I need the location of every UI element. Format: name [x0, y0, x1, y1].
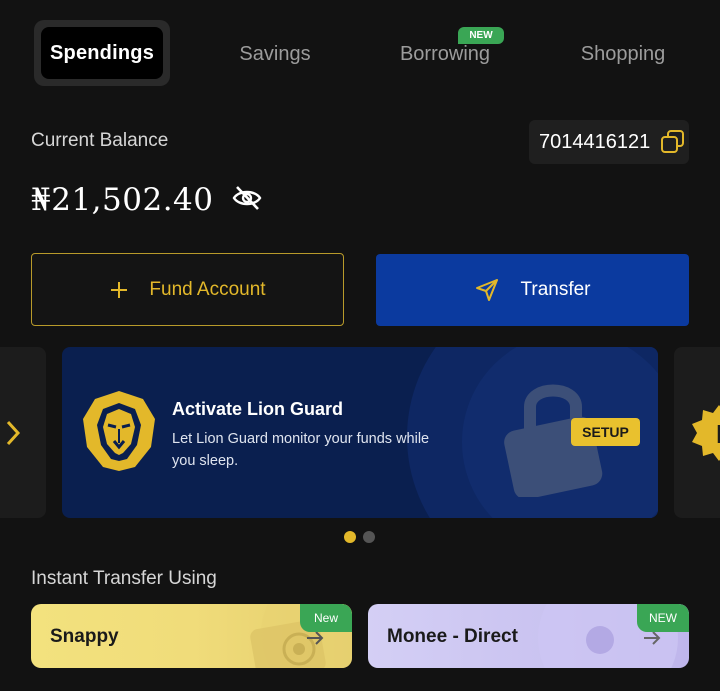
fund-account-button[interactable]: Fund Account — [31, 253, 344, 326]
fund-account-label: Fund Account — [149, 278, 266, 300]
promo-title: Activate Lion Guard — [172, 399, 344, 419]
transfer-button[interactable]: Transfer — [376, 254, 689, 326]
lion-guard-card[interactable]: Activate Lion Guard Let Lion Guard monit… — [62, 347, 658, 518]
tab-savings[interactable]: Savings — [222, 36, 328, 72]
send-icon — [474, 277, 500, 303]
tab-spendings[interactable]: Spendings — [41, 27, 163, 79]
copy-icon[interactable] — [660, 129, 686, 155]
arrow-right-icon — [305, 630, 325, 651]
new-badge: NEW — [637, 604, 689, 632]
chevron-right-icon — [4, 419, 22, 452]
promo-description: Let Lion Guard monitor your funds while … — [172, 431, 430, 469]
monee-direct-card[interactable]: Monee - Direct NEW — [368, 604, 689, 668]
carousel-next-card[interactable]: B — [674, 347, 720, 518]
carousel-dot-active[interactable] — [344, 531, 356, 543]
svg-text:B: B — [716, 419, 720, 449]
balance-label: Current Balance — [31, 130, 169, 151]
snappy-card[interactable]: Snappy New — [31, 604, 352, 668]
eye-off-icon[interactable] — [232, 184, 262, 212]
snappy-label: Snappy — [50, 626, 119, 647]
tab-shopping[interactable]: Shopping — [570, 36, 676, 72]
new-badge: NEW — [458, 27, 504, 44]
plus-icon — [109, 280, 129, 300]
lion-icon — [81, 389, 157, 478]
balance-amount: ₦21,502.40 — [31, 182, 214, 218]
setup-button[interactable]: SETUP — [571, 418, 640, 446]
new-badge: New — [300, 604, 352, 632]
transfer-label: Transfer — [520, 279, 591, 300]
instant-transfer-title: Instant Transfer Using — [31, 568, 217, 589]
arrow-right-icon — [642, 630, 662, 651]
monee-direct-label: Monee - Direct — [387, 626, 518, 647]
carousel-dot[interactable] — [363, 531, 375, 543]
account-number: 7014416121 — [539, 130, 651, 153]
carousel-prev-card[interactable] — [0, 347, 46, 518]
badge-icon: B — [692, 405, 720, 466]
account-number-box[interactable]: 7014416121 — [529, 120, 689, 164]
